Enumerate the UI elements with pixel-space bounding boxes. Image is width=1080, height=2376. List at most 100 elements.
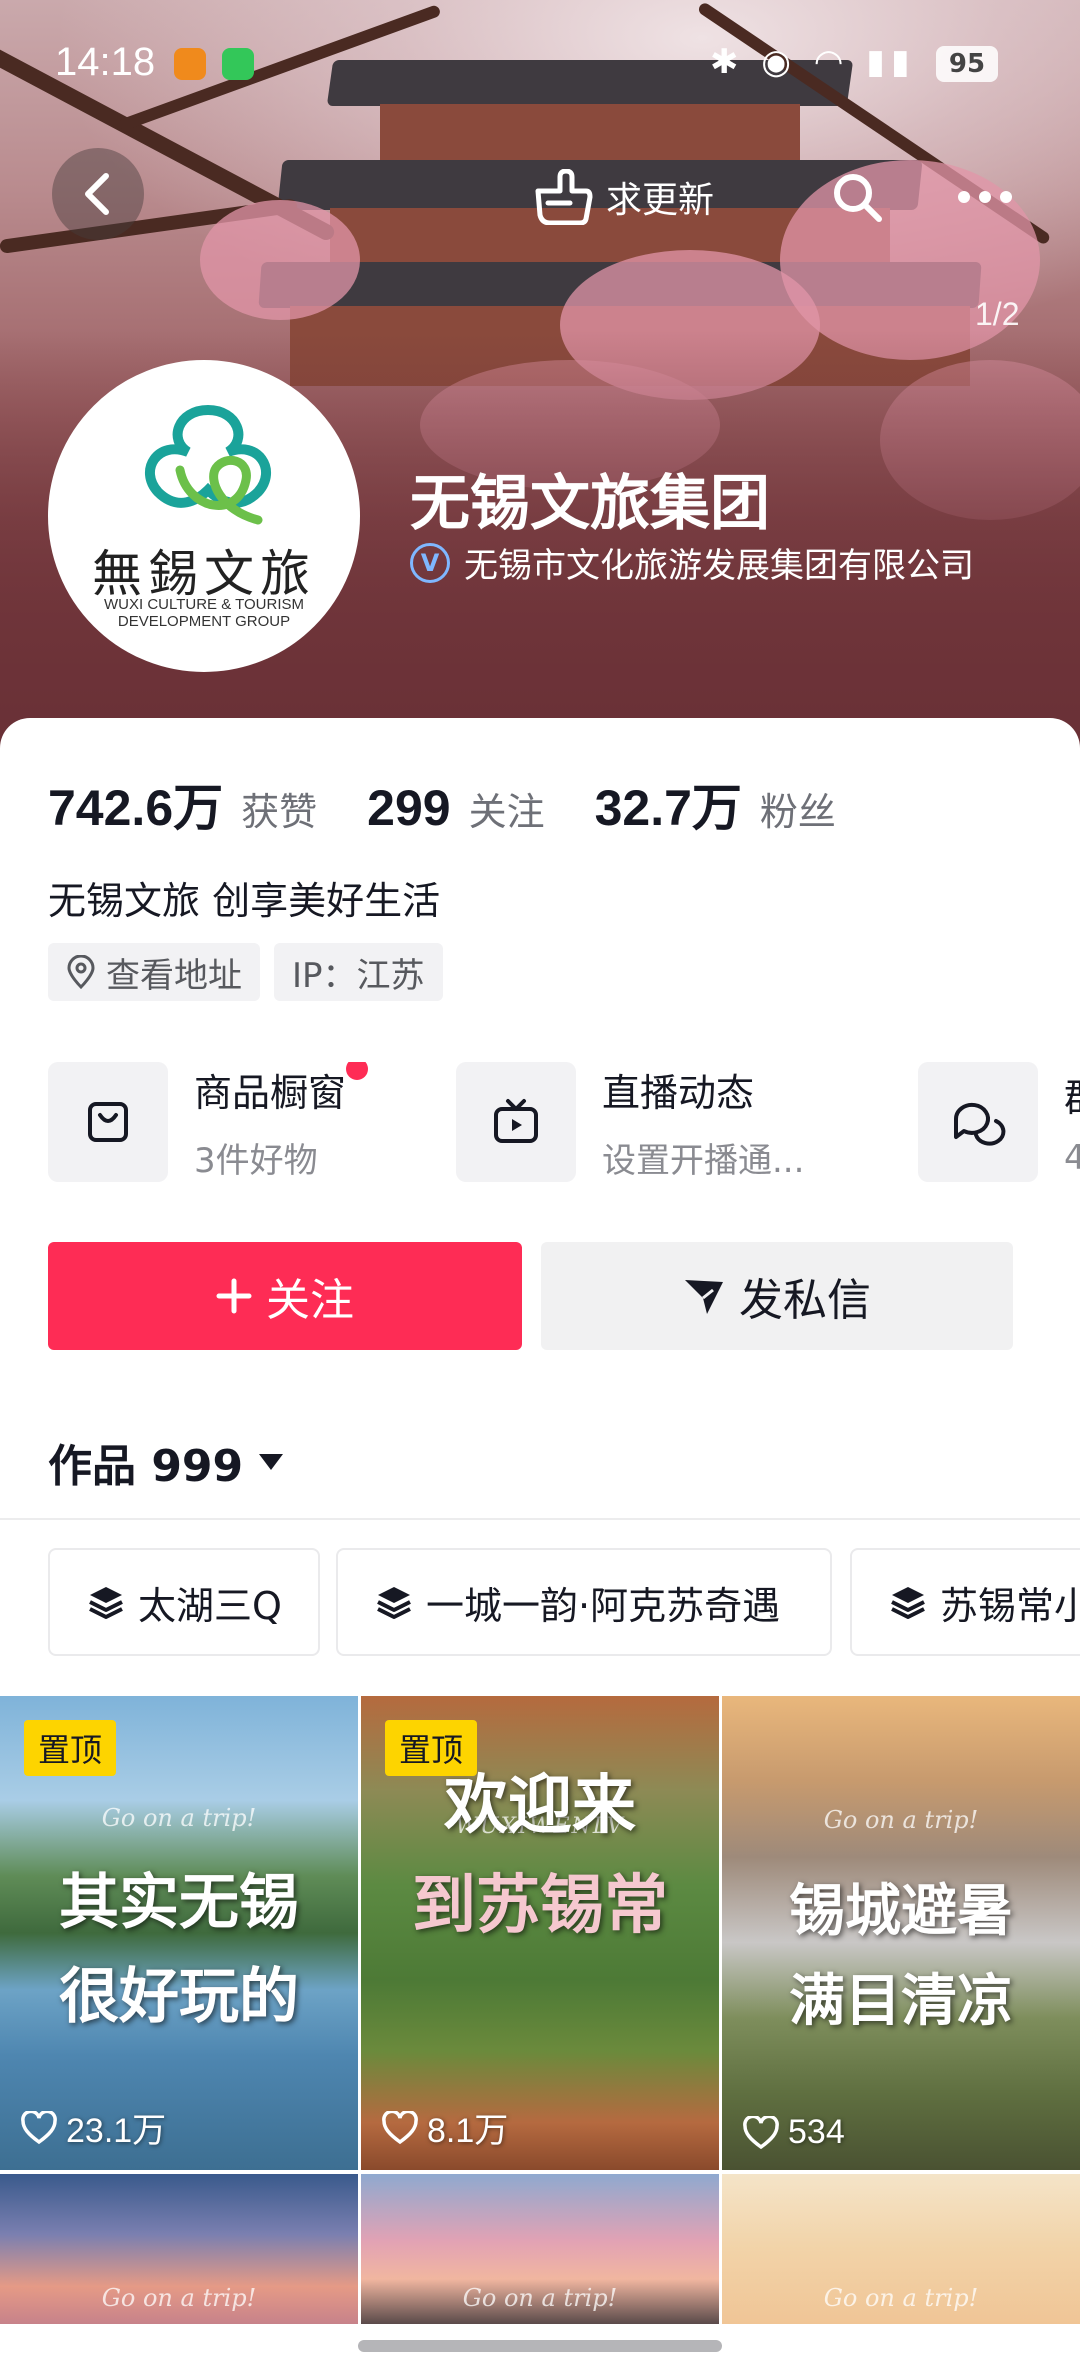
- more-dots-icon: [958, 191, 1012, 203]
- ip-location-tag: IP：江苏: [274, 943, 443, 1001]
- battery-icon: 95: [936, 46, 998, 82]
- shop-window-title: 商品橱窗: [194, 1062, 369, 1117]
- profile-stats: 742.6万 获赞 299 关注 32.7万 粉丝: [48, 768, 886, 840]
- avatar[interactable]: 無錫文旅 WUXI CULTURE & TOURISM DEVELOPMENT …: [48, 360, 360, 672]
- shop-window-entry[interactable]: 商品橱窗 3件好物: [48, 1062, 369, 1182]
- feature-entries: 商品橱窗 3件好物 直播动态 设置开播通... 4: [48, 1062, 1080, 1192]
- verified-org-name: 无锡市文化旅游发展集团有限公司: [464, 546, 974, 586]
- collection-chip[interactable]: 苏锡常小: [850, 1548, 1080, 1656]
- collection-label: 太湖三Q: [138, 1583, 282, 1628]
- thumbnail-watermark: Go on a trip!: [823, 2284, 979, 2312]
- send-icon: [685, 1280, 723, 1314]
- live-subtitle: 设置开播通...: [602, 1141, 805, 1181]
- unread-dot: [346, 1062, 369, 1080]
- banner-pager: 1/2: [975, 296, 1020, 332]
- ip-location-label: IP：江苏: [292, 955, 425, 996]
- layers-icon: [891, 1587, 925, 1619]
- video-thumbnail[interactable]: Go on a trip! 锡城避暑 满目清凉 534: [722, 1696, 1080, 2170]
- collections-row: 太湖三Q 一城一韵·阿克苏奇遇 苏锡常小: [48, 1548, 1080, 1658]
- profile-tags: 查看地址 IP：江苏: [48, 943, 457, 1001]
- home-indicator[interactable]: [358, 2340, 722, 2352]
- profile-card: 742.6万 获赞 299 关注 32.7万 粉丝 无锡文旅 创享美好生活 查看…: [0, 718, 1080, 2376]
- live-entry[interactable]: 直播动态 设置开播通...: [456, 1062, 804, 1182]
- heart-icon: [743, 2115, 779, 2149]
- live-title: 直播动态: [602, 1071, 755, 1115]
- thumbnail-watermark: Go on a trip!: [462, 2284, 618, 2312]
- thumbnail-watermark: Go on a trip!: [101, 2284, 257, 2312]
- collection-chip[interactable]: 一城一韵·阿克苏奇遇: [336, 1548, 832, 1656]
- collection-label: 苏锡常小: [940, 1583, 1080, 1628]
- send-message-label: 发私信: [739, 1275, 871, 1326]
- thumbnail-watermark: Go on a trip!: [823, 1806, 979, 1834]
- thumbnail-watermark: Go on a trip!: [101, 1804, 257, 1832]
- tv-icon: [494, 1099, 538, 1143]
- likes-label: 获赞: [241, 790, 318, 834]
- heart-icon: [382, 2110, 418, 2144]
- works-grid: Go on a trip! 置顶 其实无锡 很好玩的 23.1万 置顶 WUXIW…: [0, 1696, 1080, 2376]
- avatar-logo-subtext: WUXI CULTURE & TOURISM DEVELOPMENT GROUP: [103, 596, 305, 630]
- more-button[interactable]: [948, 160, 1022, 234]
- likes-count: 534: [742, 2113, 845, 2152]
- shop-window-subtitle: 3件好物: [194, 1141, 318, 1181]
- live-text: 直播动态 设置开播通...: [602, 1062, 804, 1182]
- works-tab[interactable]: 作品 999: [48, 1430, 285, 1494]
- works-label: 作品 999: [48, 1441, 244, 1492]
- group-chat-entry[interactable]: 群 4: [918, 1062, 1080, 1182]
- video-thumbnail[interactable]: Go on a trip! 置顶 其实无锡 很好玩的 23.1万: [0, 1696, 358, 2170]
- profile-name: 无锡文旅集团: [410, 469, 770, 539]
- layers-icon: [377, 1587, 411, 1619]
- followers-label: 粉丝: [759, 790, 836, 834]
- video-thumbnail[interactable]: 置顶 WUXIWENLV 欢迎来 到苏锡常 8.1万: [361, 1696, 719, 2170]
- likes-count: 23.1万: [20, 2103, 166, 2152]
- profile-bio: 无锡文旅 创享美好生活: [48, 879, 441, 923]
- search-button[interactable]: [820, 160, 894, 234]
- chat-bubbles-icon: [953, 1102, 1006, 1146]
- shopping-bag-icon: [88, 1102, 128, 1142]
- following-count[interactable]: 299: [367, 779, 450, 837]
- video-thumbnail[interactable]: Go on a trip!: [0, 2174, 358, 2324]
- banner-blossom: [200, 200, 360, 320]
- request-update-label: 求更新: [606, 180, 715, 221]
- chevron-left-icon: [85, 173, 109, 215]
- verified-org[interactable]: V 无锡市文化旅游发展集团有限公司: [410, 538, 974, 587]
- live-icon-box: [456, 1062, 576, 1182]
- notification-app-icon: [222, 48, 254, 80]
- plus-icon: [216, 1278, 252, 1314]
- video-thumbnail[interactable]: Go on a trip!: [722, 2174, 1080, 2324]
- section-divider: [0, 1518, 1080, 1520]
- profile-banner[interactable]: 14:18 ✱ ◉ ◠ ▮▮ 95 求更新 1/2 無錫文旅 WUXI CULT…: [0, 0, 1080, 760]
- request-update-button[interactable]: 求更新: [530, 160, 760, 234]
- view-address-label: 查看地址: [106, 955, 242, 996]
- wuxi-logo-icon: [145, 404, 271, 525]
- follow-label: 关注: [266, 1275, 354, 1326]
- group-chat-subtitle: 4: [1064, 1137, 1080, 1178]
- following-label: 关注: [468, 790, 545, 834]
- likes-count: 8.1万: [381, 2103, 508, 2152]
- search-icon: [834, 174, 882, 222]
- group-chat-text: 群 4: [1064, 1067, 1080, 1178]
- status-time: 14:18: [55, 40, 156, 84]
- followers-count[interactable]: 32.7万: [595, 768, 742, 840]
- location-pin-icon: [67, 955, 95, 989]
- likes-count[interactable]: 742.6万: [48, 768, 223, 840]
- collection-chip[interactable]: 太湖三Q: [48, 1548, 320, 1656]
- layers-icon: [89, 1587, 123, 1619]
- heart-icon: [21, 2110, 57, 2144]
- shop-window-text: 商品橱窗 3件好物: [194, 1062, 369, 1182]
- shop-window-icon-box: [48, 1062, 168, 1182]
- thumbnail-caption: 锡城避暑 满目清凉: [789, 1878, 1013, 2034]
- follow-button[interactable]: 关注: [48, 1242, 522, 1350]
- back-button[interactable]: [52, 148, 144, 240]
- notification-app-icon: [174, 48, 206, 80]
- thumbnail-caption: 欢迎来 到苏锡常: [412, 1768, 668, 1943]
- group-chat-title: 群: [1064, 1067, 1080, 1122]
- thumbnail-caption: 其实无锡 很好玩的: [59, 1868, 299, 2032]
- send-message-button[interactable]: 发私信: [541, 1242, 1013, 1350]
- pinned-badge: 置顶: [24, 1720, 117, 1776]
- system-icons: ✱ ◉ ◠ ▮▮: [710, 42, 916, 82]
- view-address-tag[interactable]: 查看地址: [48, 943, 260, 1001]
- video-thumbnail[interactable]: Go on a trip!: [361, 2174, 719, 2324]
- group-chat-icon-box: [918, 1062, 1038, 1182]
- verified-badge-icon: V: [410, 542, 450, 583]
- caret-down-icon: [259, 1454, 284, 1470]
